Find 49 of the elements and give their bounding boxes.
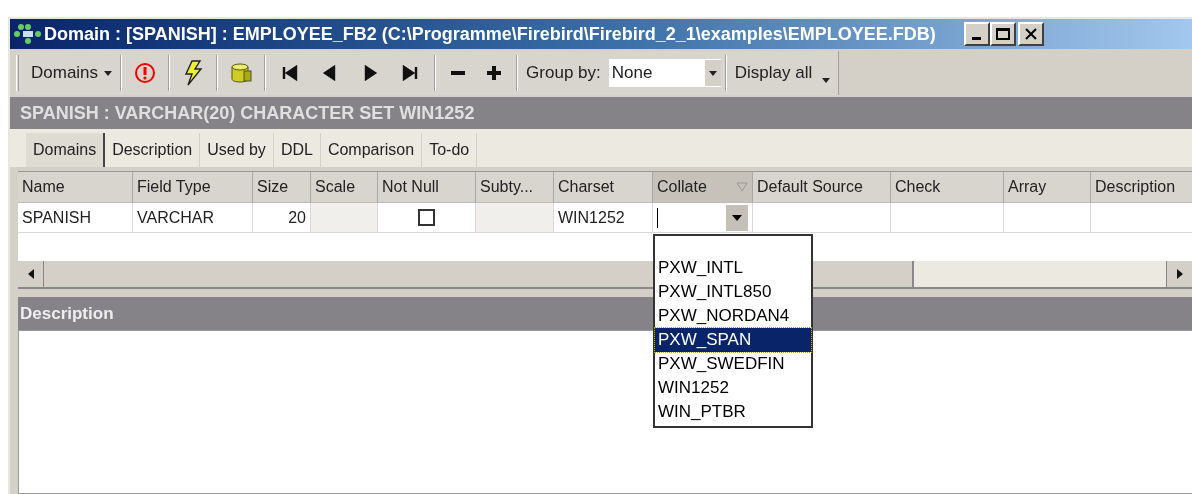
- column-header[interactable]: Description: [1091, 172, 1192, 203]
- table-cell-text: WIN1252: [558, 207, 625, 228]
- column-header[interactable]: Charset: [554, 172, 653, 203]
- dropdown-option[interactable]: WIN_PTBR: [655, 400, 811, 424]
- dropdown-option[interactable]: PXW_INTL: [655, 256, 811, 280]
- dropdown-option[interactable]: PXW_INTL850: [655, 280, 811, 304]
- caret-icon: [822, 77, 831, 83]
- column-header[interactable]: Default Source: [753, 172, 891, 203]
- close-button[interactable]: [1017, 22, 1044, 46]
- group-by-label: Group by:: [526, 62, 601, 85]
- column-header[interactable]: Array: [1004, 172, 1091, 203]
- scroll-right-icon[interactable]: [1166, 261, 1192, 287]
- not-null-checkbox[interactable]: [418, 209, 435, 226]
- tab[interactable]: Description: [105, 133, 201, 167]
- display-all-button[interactable]: Display all: [730, 56, 835, 90]
- tab[interactable]: Used by: [200, 133, 274, 167]
- table-cell-text: 20: [288, 207, 306, 228]
- collate-combo[interactable]: [657, 204, 748, 231]
- domain-definition: SPANISH : VARCHAR(20) CHARACTER SET WIN1252: [20, 101, 475, 125]
- description-title: Description: [20, 302, 114, 325]
- tab[interactable]: To-do: [422, 133, 478, 167]
- table-cell-text: VARCHAR: [137, 207, 215, 228]
- description-text-area[interactable]: [18, 330, 1192, 494]
- caret-icon: [104, 70, 113, 76]
- app-icon: [14, 23, 42, 45]
- column-header[interactable]: Not Null: [378, 172, 476, 203]
- column-header[interactable]: Subty...: [476, 172, 554, 203]
- window-title: Domain : [SPANISH] : EMPLOYEE_FB2 (C:\Programme\Firebird\Firebird_2_1\examples\EMPLOYEE.FDB): [44, 22, 936, 46]
- column-header[interactable]: Field Type: [133, 172, 253, 203]
- table-cell-text: SPANISH: [22, 207, 92, 228]
- minimize-button[interactable]: [963, 22, 990, 46]
- tab[interactable]: Comparison: [320, 133, 423, 167]
- dropdown-option[interactable]: WIN1252: [655, 376, 811, 400]
- maximize-button[interactable]: [989, 22, 1016, 46]
- column-header[interactable]: Name: [18, 172, 133, 203]
- column-header[interactable]: Check: [891, 172, 1004, 203]
- group-by-select[interactable]: None: [608, 59, 721, 87]
- dropdown-option[interactable]: PXW_SWEDFIN: [655, 352, 811, 376]
- dropdown-option[interactable]: PXW_NORDAN4: [655, 304, 811, 328]
- dropdown-option[interactable]: PXW_SPAN: [655, 328, 811, 352]
- tab[interactable]: DDL: [273, 133, 321, 167]
- close-icon: [1024, 28, 1037, 40]
- domains-menu-button[interactable]: Domains: [27, 56, 117, 90]
- sort-icon: [736, 182, 748, 192]
- column-header[interactable]: Scale: [311, 172, 378, 203]
- scroll-left-icon[interactable]: [18, 261, 44, 287]
- tab[interactable]: Domains: [26, 133, 106, 167]
- column-header[interactable]: Collate: [653, 172, 753, 203]
- column-header[interactable]: Size: [253, 172, 311, 203]
